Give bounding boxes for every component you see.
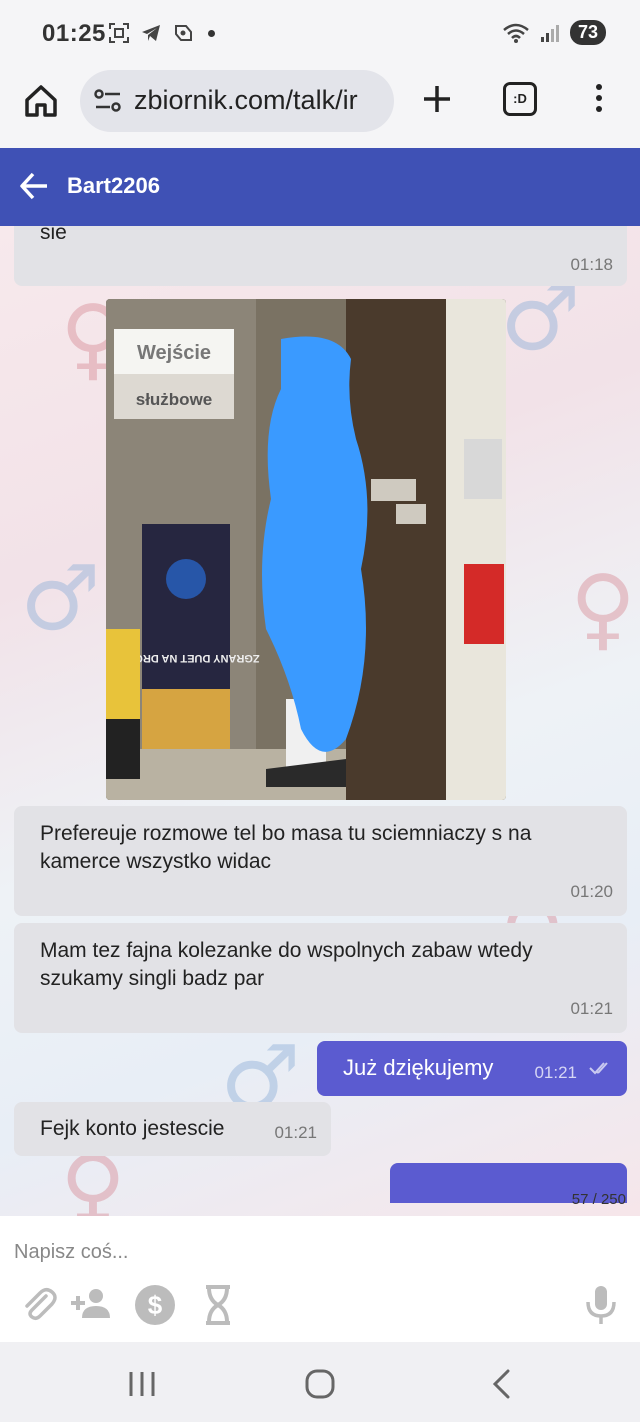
- compose-area: $: [0, 1216, 640, 1342]
- money-button[interactable]: $: [134, 1284, 176, 1326]
- status-time: 01:25: [42, 20, 106, 47]
- message-time: 01:18: [570, 255, 613, 274]
- message-time: 01:20: [570, 882, 613, 901]
- message-time: 01:21: [534, 1063, 577, 1082]
- male-symbol-decoration: ♂: [20, 546, 101, 651]
- signal-icon: [540, 24, 559, 42]
- status-bar: 01:25 73: [0, 0, 640, 70]
- menu-dot-icon: [596, 84, 602, 90]
- chat-title: Bart2206: [67, 173, 160, 198]
- wifi-icon: [503, 23, 529, 43]
- chat-messages[interactable]: ♂ ♀ ♂ ♀ ♂ ♂ ♀ sie 01:18 Wejście służbowe…: [0, 226, 640, 1216]
- timer-button[interactable]: [200, 1284, 240, 1325]
- message-text: Fejk konto jestescie: [40, 1117, 225, 1140]
- female-symbol-decoration: ♀: [570, 556, 636, 661]
- browser-toolbar: zbiornik.com/talk/ir :D: [0, 70, 640, 148]
- character-counter: 57 / 250: [571, 1191, 626, 1208]
- screenshot-icon: [108, 22, 130, 44]
- battery-indicator: 73: [569, 20, 606, 45]
- notification-icons: [108, 22, 215, 44]
- recent-apps-button[interactable]: [122, 1364, 162, 1404]
- message-bubble-incoming[interactable]: Mam tez fajna kolezanke do wspolnych zab…: [14, 923, 627, 1033]
- plus-icon: [424, 86, 450, 112]
- sign-text-2: służbowe: [136, 390, 213, 409]
- chat-header: Bart2206: [0, 148, 640, 226]
- arrow-left-icon: [20, 172, 47, 200]
- home-circle-icon: [305, 1369, 335, 1399]
- message-input[interactable]: [0, 1230, 640, 1274]
- chevron-left-icon: [492, 1369, 510, 1399]
- site-settings-icon[interactable]: [94, 88, 122, 114]
- address-bar[interactable]: zbiornik.com/talk/ir: [80, 70, 394, 132]
- dollar-icon: $: [135, 1285, 175, 1325]
- home-nav-button[interactable]: [300, 1364, 340, 1404]
- more-notifications-dot: [208, 29, 215, 37]
- menu-dot-icon: [596, 95, 602, 101]
- svg-text:$: $: [148, 1290, 163, 1320]
- add-person-button[interactable]: [68, 1284, 116, 1324]
- new-tab-button[interactable]: [420, 82, 454, 116]
- hourglass-icon: [206, 1285, 230, 1325]
- message-time: 01:21: [570, 999, 613, 1018]
- browser-menu-button[interactable]: [590, 82, 608, 116]
- message-bubble-incoming[interactable]: Prefereuje rozmowe tel bo masa tu sciemn…: [14, 806, 627, 916]
- shared-photo[interactable]: Wejście służbowe ZGRANY DUET NA DRODZE: [106, 299, 506, 800]
- message-time: 01:21: [274, 1123, 317, 1142]
- home-button[interactable]: [22, 82, 60, 120]
- add-person-icon: [71, 1289, 110, 1318]
- message-bubble-outgoing[interactable]: Już dziękujemy 01:21: [317, 1041, 627, 1096]
- status-right: 73: [502, 20, 606, 45]
- home-icon: [25, 85, 57, 117]
- paperclip-icon: [25, 1288, 57, 1321]
- back-nav-button[interactable]: [482, 1364, 522, 1404]
- telegram-icon: [140, 22, 162, 44]
- message-bubble-incoming[interactable]: Fejk konto jestescie 01:21: [14, 1102, 331, 1156]
- voice-message-button[interactable]: [584, 1284, 624, 1324]
- message-text: Mam tez fajna kolezanke do wspolnych zab…: [40, 939, 533, 990]
- url-text[interactable]: zbiornik.com/talk/ir: [134, 85, 390, 116]
- recent-apps-icon: [129, 1372, 155, 1396]
- sign-text-1: Wejście: [137, 342, 211, 364]
- app-notification-icon: [172, 22, 194, 44]
- tab-switcher-button[interactable]: :D: [503, 82, 537, 116]
- back-button[interactable]: [18, 170, 50, 202]
- message-bubble-incoming[interactable]: sie 01:18: [14, 226, 627, 286]
- double-check-icon: [589, 1062, 608, 1075]
- microphone-icon: [586, 1286, 616, 1324]
- attach-button[interactable]: [18, 1284, 58, 1324]
- menu-dot-icon: [596, 106, 602, 112]
- message-text: sie: [40, 226, 67, 244]
- system-navigation-bar: [0, 1342, 640, 1422]
- message-text: Prefereuje rozmowe tel bo masa tu sciemn…: [40, 822, 532, 873]
- photo-image: Wejście służbowe ZGRANY DUET NA DRODZE: [106, 299, 506, 800]
- message-text: Już dziękujemy: [343, 1055, 494, 1080]
